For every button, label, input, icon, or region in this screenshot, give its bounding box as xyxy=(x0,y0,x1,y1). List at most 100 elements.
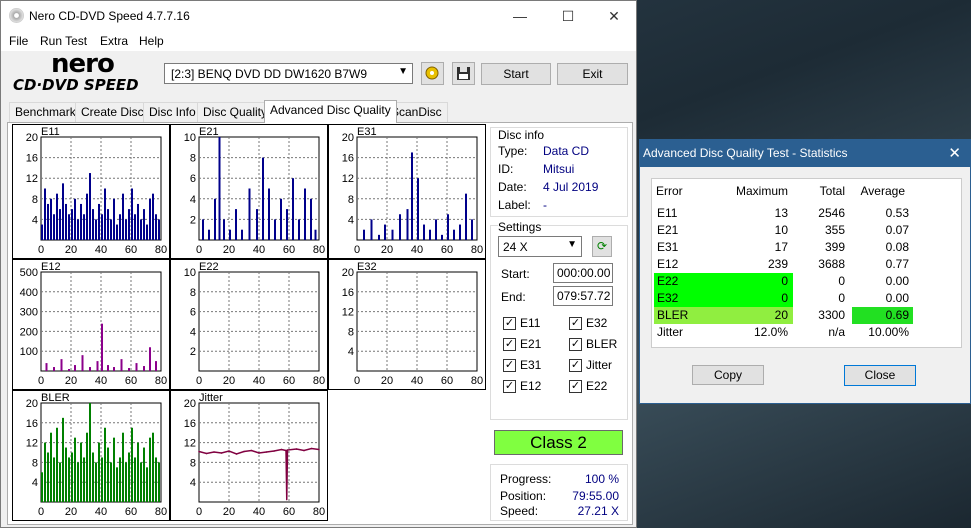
menu-help[interactable]: Help xyxy=(139,34,164,48)
y-tick-label: 8 xyxy=(190,287,196,299)
check-icon[interactable]: ✓ xyxy=(569,338,582,351)
y-tick-label: 20 xyxy=(26,398,38,410)
minimize-button[interactable]: — xyxy=(497,1,543,31)
menu-bar: File Run Test Extra Help xyxy=(1,31,636,51)
y-tick-label: 12 xyxy=(26,173,38,185)
disc-info-title: Disc info xyxy=(498,128,545,142)
tab-disc-info[interactable]: Disc Info xyxy=(143,102,202,122)
point xyxy=(285,498,288,501)
close-button[interactable]: ✕ xyxy=(591,1,637,31)
drive-select[interactable]: [2:3] BENQ DVD DD DW1620 B7W9 ▼ xyxy=(164,63,413,84)
tab-advanced-disc-quality[interactable]: Advanced Disc Quality xyxy=(264,100,397,123)
x-tick-label: 80 xyxy=(313,375,325,387)
chart-svg: 0 20 40 60 80 100 200 300 400 500 E12 xyxy=(20,261,167,387)
copy-button[interactable]: Copy xyxy=(692,365,764,385)
column-header: Error xyxy=(656,184,683,198)
tab-benchmark[interactable]: Benchmark xyxy=(9,102,82,122)
x-tick-label: 80 xyxy=(471,375,483,387)
type-label: Type: xyxy=(498,144,528,158)
column-header: Maximum xyxy=(735,184,788,198)
menu-run-test[interactable]: Run Test xyxy=(40,34,87,48)
app-icon xyxy=(9,8,24,23)
cell-max: 12.0% xyxy=(753,325,788,339)
speed-select[interactable]: 24 X ▼ xyxy=(498,236,582,257)
statistics-dialog: Advanced Disc Quality Test - Statistics … xyxy=(639,139,971,404)
type-value: Data CD xyxy=(543,144,590,158)
chart-title: Jitter xyxy=(199,392,223,404)
cell-name: BLER xyxy=(657,308,689,322)
point xyxy=(220,452,223,454)
start-button[interactable]: Start xyxy=(481,63,551,85)
table-row: E11 13 2546 0.53 xyxy=(652,205,963,222)
check-icon[interactable]: ✓ xyxy=(503,338,516,351)
y-tick-label: 16 xyxy=(342,153,354,165)
close-dialog-button[interactable]: Close xyxy=(844,365,916,386)
x-tick-label: 80 xyxy=(155,506,167,518)
point xyxy=(310,447,313,450)
point xyxy=(286,449,289,451)
cell-max: 17 xyxy=(774,240,788,254)
close-icon[interactable]: ✕ xyxy=(948,144,961,162)
start-field[interactable]: 000:00.00 xyxy=(553,263,613,283)
x-tick-label: 40 xyxy=(95,506,107,518)
y-tick-label: 8 xyxy=(190,153,196,165)
check-icon[interactable]: ✓ xyxy=(503,359,516,372)
cell-total: 399 xyxy=(824,240,845,254)
date-value: 4 Jul 2019 xyxy=(543,180,599,194)
tab-create-disc[interactable]: Create Disc xyxy=(75,102,150,122)
menu-extra[interactable]: Extra xyxy=(100,34,128,48)
drive-eject-button[interactable] xyxy=(421,62,444,85)
x-tick-label: 40 xyxy=(253,244,265,256)
check-icon[interactable]: ✓ xyxy=(569,359,582,372)
x-tick-label: 60 xyxy=(283,244,295,256)
chart-svg: 0 20 40 60 8048121620 E11 xyxy=(26,126,167,256)
cell-total: n/a xyxy=(828,325,845,339)
table-row: E32 0 0 0.00 xyxy=(652,290,963,307)
window-title: Nero CD-DVD Speed 4.7.7.16 xyxy=(29,9,190,23)
x-tick-label: 40 xyxy=(95,375,107,387)
y-tick-label: 8 xyxy=(32,457,38,469)
end-field[interactable]: 079:57.72 xyxy=(553,286,613,306)
chart-bler: 0 20 40 60 80 4 8 12 16 20 BLER xyxy=(12,390,170,521)
y-tick-label: 100 xyxy=(20,346,38,358)
cell-avg: 0.08 xyxy=(885,240,909,254)
menu-file[interactable]: File xyxy=(9,34,28,48)
point xyxy=(295,448,298,450)
y-tick-label: 20 xyxy=(342,132,354,144)
y-tick-label: 2 xyxy=(190,346,196,358)
check-icon[interactable]: ✓ xyxy=(569,317,582,330)
save-button[interactable] xyxy=(452,62,475,85)
tab-disc-quality[interactable]: Disc Quality xyxy=(197,102,274,122)
maximize-button[interactable]: ☐ xyxy=(545,1,591,31)
cell-max: 10 xyxy=(774,223,788,237)
y-tick-label: 6 xyxy=(190,173,196,185)
statistics-title: Advanced Disc Quality Test - Statistics xyxy=(643,146,848,160)
cell-avg: 0.00 xyxy=(885,291,909,305)
refresh-speed-button[interactable]: ⟳ xyxy=(592,236,612,257)
chart-svg: 0 20 40 60 8048121620 E32 xyxy=(342,261,483,387)
table-row: E22 0 0 0.00 xyxy=(652,273,963,290)
speed-select-value: 24 X xyxy=(503,240,528,254)
chart-e22: 0 20 40 60 80 2 4 6 8 10 E22 xyxy=(170,259,328,390)
table-row: E31 17 399 0.08 xyxy=(652,239,963,256)
y-tick-label: 4 xyxy=(190,194,196,206)
check-icon[interactable]: ✓ xyxy=(503,380,516,393)
y-tick-label: 6 xyxy=(190,307,196,319)
table-row: BLER 20 3300 0.69 xyxy=(652,307,963,324)
cell-avg: 0.07 xyxy=(885,223,909,237)
x-tick-label: 20 xyxy=(65,506,77,518)
cell-name: E11 xyxy=(657,206,678,220)
check-icon[interactable]: ✓ xyxy=(503,317,516,330)
end-label: End: xyxy=(501,290,526,304)
drive-select-value: [2:3] BENQ DVD DD DW1620 B7W9 xyxy=(171,67,368,81)
check-icon[interactable]: ✓ xyxy=(569,380,582,393)
y-tick-label: 16 xyxy=(184,418,196,430)
id-value: Mitsui xyxy=(543,162,575,176)
chart-title: E32 xyxy=(357,261,377,273)
chart-title: E22 xyxy=(199,261,219,273)
exit-button[interactable]: Exit xyxy=(557,63,628,85)
id-label: ID: xyxy=(498,162,514,176)
column-header: Total xyxy=(819,184,845,198)
y-tick-label: 12 xyxy=(26,438,38,450)
x-tick-label: 0 xyxy=(354,244,360,256)
